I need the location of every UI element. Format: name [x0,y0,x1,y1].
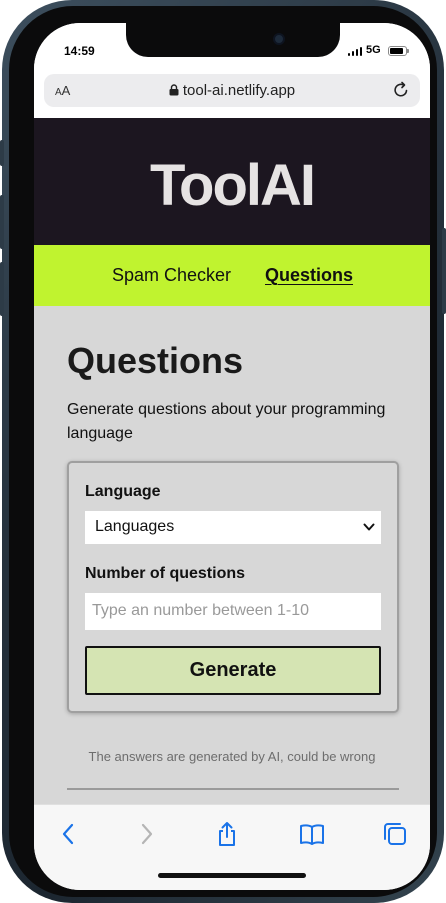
home-indicator [158,873,306,878]
battery-icon [388,46,409,56]
question-count-input[interactable]: Type an number between 1-10 [85,593,381,630]
notch [126,23,340,57]
signal-icon [348,47,362,56]
volume-down-button [0,262,4,316]
page-title: Questions [67,340,244,381]
forward-icon[interactable] [133,821,159,847]
back-icon[interactable] [56,821,82,847]
address-bar[interactable]: AA tool-ai.netlify.app [44,74,420,107]
url-text: tool-ai.netlify.app [182,82,296,99]
site-nav: Spam Checker Questions [34,245,430,306]
site-header: ToolAI [34,118,430,245]
network-type: 5G [366,44,381,56]
camera-icon [273,33,285,45]
main-content: Questions Generate questions about your … [34,306,430,806]
ai-disclaimer: The answers are generated by AI, could b… [88,749,376,764]
bookmarks-icon[interactable] [299,821,325,847]
question-count-label: Number of questions [85,565,246,582]
share-icon[interactable] [214,821,240,847]
phone-bezel: 14:59 5G AA tool-ai.netlify.app ToolAI S… [9,6,437,897]
language-select[interactable]: Languages [85,511,381,544]
power-button [442,228,446,314]
url-display[interactable]: tool-ai.netlify.app [44,82,420,99]
language-select-value: Languages [95,518,175,535]
mute-switch [0,140,4,166]
reload-icon[interactable] [392,81,410,99]
language-label: Language [85,483,161,500]
lock-icon [169,84,179,96]
page-description: Generate questions about your programmin… [67,401,386,442]
tabs-icon[interactable] [382,821,408,847]
chevron-down-icon [363,523,375,531]
nav-item-questions[interactable]: Questions [265,265,353,286]
nav-item-spam-checker[interactable]: Spam Checker [112,265,231,286]
question-form: Language Languages Number of questions T… [67,461,399,713]
generate-button[interactable]: Generate [85,646,381,695]
status-time: 14:59 [64,44,95,58]
phone-frame: 14:59 5G AA tool-ai.netlify.app ToolAI S… [0,0,446,903]
site-logo[interactable]: ToolAI [34,152,430,219]
phone-screen: 14:59 5G AA tool-ai.netlify.app ToolAI S… [34,23,430,890]
volume-up-button [0,195,4,249]
divider [67,788,399,790]
